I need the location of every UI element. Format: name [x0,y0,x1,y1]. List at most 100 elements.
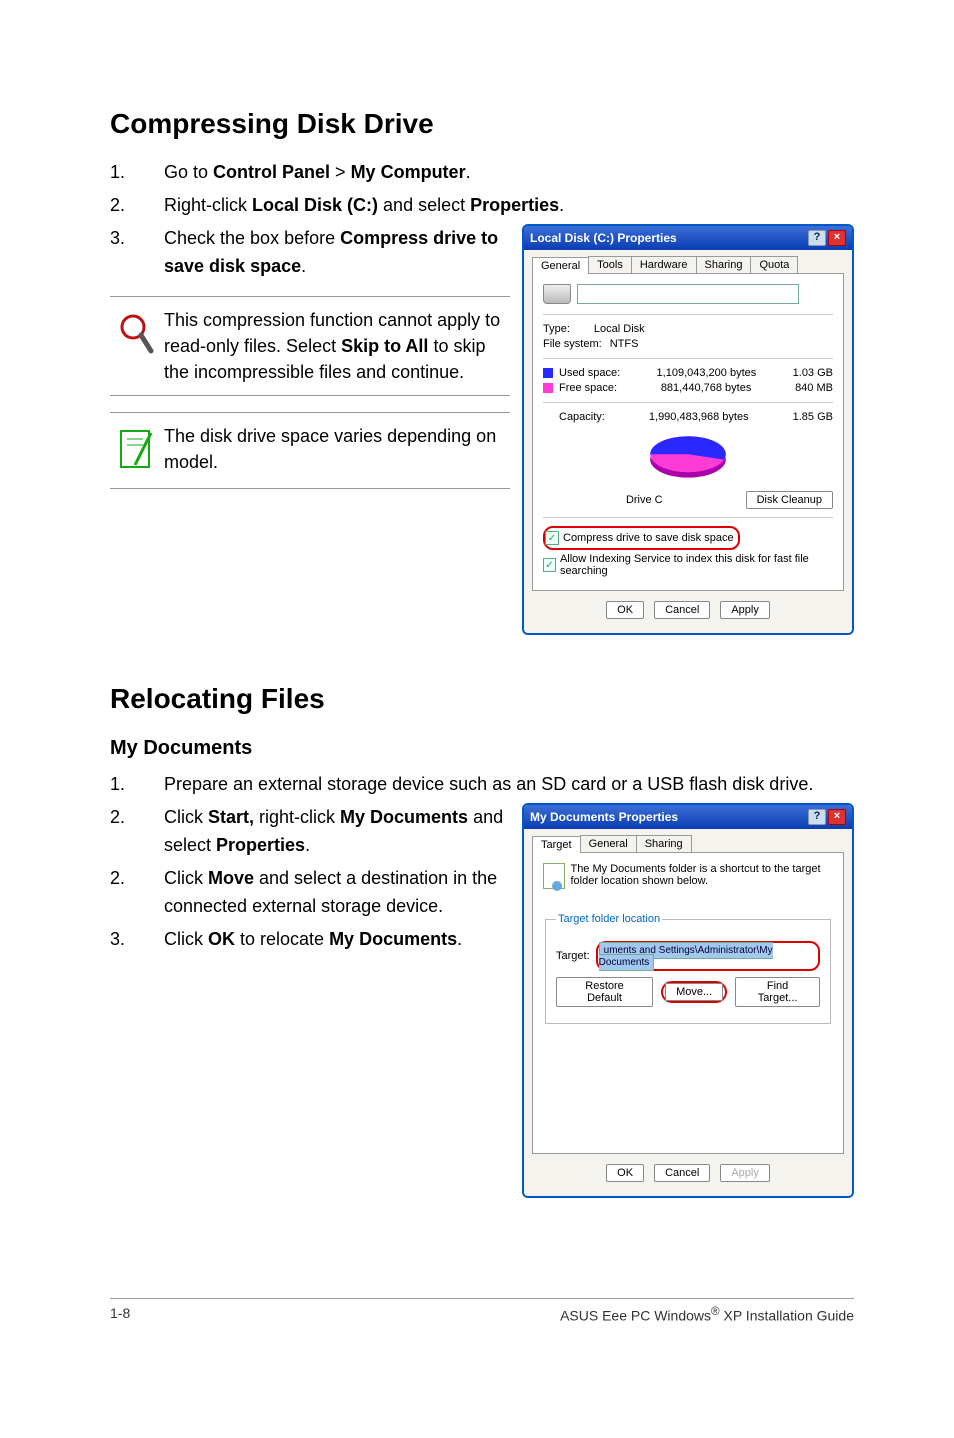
find-target-button[interactable]: Find Target... [735,977,820,1007]
t: Move [208,868,254,888]
magnifier-icon [117,311,157,362]
footer-title: ASUS Eee PC Windows® XP Installation Gui… [560,1305,854,1324]
apply-button[interactable]: Apply [720,601,770,619]
callout-space-note: The disk drive space varies depending on… [110,412,510,489]
annotation-circle: Move... [661,981,727,1003]
tab-quota[interactable]: Quota [750,256,798,273]
v: 1,990,483,968 bytes [649,411,749,423]
ok-button[interactable]: OK [606,1164,644,1182]
t: Prepare an external storage device such … [164,770,854,798]
l: Capacity: [559,411,605,423]
tab-sharing[interactable]: Sharing [636,835,692,852]
help-icon[interactable]: ? [808,230,826,246]
t: Properties [216,835,305,855]
callout-compression-note: This compression function cannot apply t… [110,296,510,396]
v: 881,440,768 bytes [661,382,752,394]
t: Go to [164,162,213,182]
tab-sharing[interactable]: Sharing [696,256,752,273]
v: Local Disk [594,323,833,335]
local-disk-properties-dialog: Local Disk (C:) Properties ? × General T… [522,224,854,635]
cancel-button[interactable]: Cancel [654,601,710,619]
l: Type: [543,323,570,335]
indexing-service-checkbox[interactable]: ✓Allow Indexing Service to index this di… [543,553,833,577]
page-footer: 1-8 ASUS Eee PC Windows® XP Installation… [110,1298,854,1324]
t: Check the box before [164,228,340,248]
my-documents-icon [543,863,560,889]
reloc-step-2b: 2. Click Move and select a destination i… [110,864,510,920]
num: 3. [110,224,164,280]
t: . [301,256,306,276]
t: > [330,162,351,182]
volume-label-input[interactable] [577,284,799,304]
l: File system: [543,338,602,350]
used-space-swatch [543,368,553,378]
t: ® [711,1305,720,1318]
my-documents-properties-dialog: My Documents Properties ? × Target Gener… [522,803,854,1198]
l: Used space: [559,367,620,379]
t: My Computer [351,162,466,182]
v: 1,109,043,200 bytes [657,367,757,379]
target-input[interactable]: uments and Settings\Administrator\My Doc… [599,942,773,971]
t: and select [378,195,470,215]
drive-icon [543,284,571,304]
reloc-step-1: 1. Prepare an external storage device su… [110,770,854,798]
apply-button: Apply [720,1164,770,1182]
num: 1. [110,158,164,186]
restore-default-button[interactable]: Restore Default [556,977,653,1007]
close-icon[interactable]: × [828,809,846,825]
reloc-step-2a: 2. Click Start, right-click My Documents… [110,803,510,859]
t: My Documents [340,807,473,827]
num: 2. [110,803,164,859]
step-3: 3. Check the box before Compress drive t… [110,224,510,280]
drive-label: Drive C [626,494,663,506]
v: 840 MB [795,382,833,394]
annotation-circle: ✓Compress drive to save disk space [543,526,740,550]
annotation-circle: uments and Settings\Administrator\My Doc… [596,941,820,971]
dialog-title: My Documents Properties [530,810,678,824]
t: right-click [259,807,340,827]
step-1: 1. Go to Control Panel > My Computer. [110,158,854,186]
dialog-title: Local Disk (C:) Properties [530,231,677,245]
cancel-button[interactable]: Cancel [654,1164,710,1182]
close-icon[interactable]: × [828,230,846,246]
t: Click [164,807,208,827]
t: to relocate [235,929,329,949]
t: ASUS Eee PC Windows [560,1308,711,1324]
v: 1.85 GB [793,411,833,423]
t: . [559,195,564,215]
move-button[interactable]: Move... [665,983,723,1001]
t: Start, [208,807,259,827]
l: Free space: [559,382,617,394]
t: Local Disk (C:) [252,195,378,215]
t: . [305,835,310,855]
v: 1.03 GB [793,367,833,379]
num: 3. [110,925,164,953]
intro-text: The My Documents folder is a shortcut to… [570,863,833,889]
t: Properties [470,195,559,215]
note-icon [117,427,157,478]
v: NTFS [610,338,833,350]
tab-hardware[interactable]: Hardware [631,256,697,273]
tab-general[interactable]: General [580,835,637,852]
tab-tools[interactable]: Tools [588,256,632,273]
l: Compress drive to save disk space [563,532,734,544]
l: Allow Indexing Service to index this dis… [560,553,833,577]
t: Right-click [164,195,252,215]
t: Click [164,929,208,949]
heading-compressing: Compressing Disk Drive [110,108,854,140]
pie-chart [643,429,733,489]
help-icon[interactable]: ? [808,809,826,825]
t: XP Installation Guide [720,1308,854,1324]
num: 2. [110,191,164,219]
disk-cleanup-button[interactable]: Disk Cleanup [746,491,833,509]
step-2: 2. Right-click Local Disk (C:) and selec… [110,191,854,219]
free-space-swatch [543,383,553,393]
t: . [466,162,471,182]
compress-drive-checkbox[interactable]: ✓Compress drive to save disk space [545,531,734,545]
target-label: Target: [556,950,590,962]
tab-target[interactable]: Target [532,836,581,853]
t: The disk drive space varies depending on… [164,423,510,478]
tab-general[interactable]: General [532,257,589,274]
ok-button[interactable]: OK [606,601,644,619]
t: OK [208,929,235,949]
